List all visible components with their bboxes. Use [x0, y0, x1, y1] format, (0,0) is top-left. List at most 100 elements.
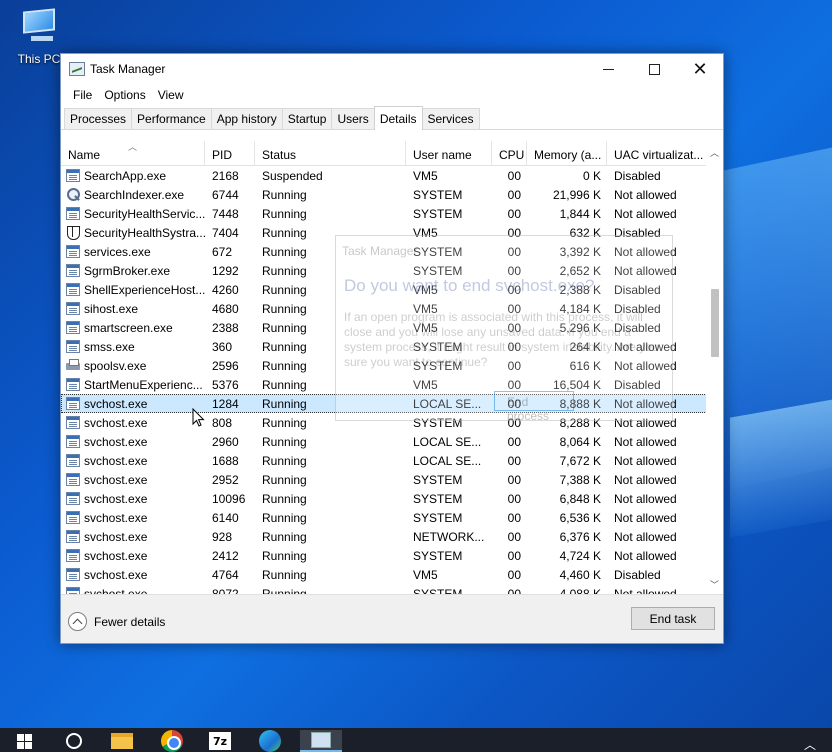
process-pid: 1688 — [212, 453, 239, 468]
column-memory[interactable]: Memory (a... — [527, 141, 607, 166]
process-name-cell: SgrmBroker.exe — [61, 264, 205, 278]
chevron-up-icon — [68, 612, 87, 631]
table-row[interactable]: svchost.exe 4764 Running VM5 00 4,460 K Disabl… — [61, 565, 723, 584]
app-icon — [66, 283, 80, 296]
scroll-up-icon[interactable]: ︿ — [706, 145, 723, 162]
process-name-cell: smartscreen.exe — [61, 321, 205, 335]
tab-startup[interactable]: Startup — [281, 108, 333, 129]
end-process-button[interactable]: End process — [494, 391, 574, 423]
task-manager-taskbar-button[interactable] — [300, 730, 342, 752]
scroll-down-icon[interactable]: ﹀ — [706, 577, 723, 594]
seven-zip-button[interactable]: 7z — [206, 730, 234, 752]
table-row[interactable]: svchost.exe 8072 Running SYSTEM 00 4,088 K Not… — [61, 584, 723, 594]
app-icon — [66, 587, 80, 594]
process-pid: 6140 — [212, 510, 239, 525]
scroll-thumb[interactable] — [711, 289, 719, 357]
app-icon — [66, 397, 80, 410]
table-row[interactable]: svchost.exe 1688 Running LOCAL SE... 00 7,672… — [61, 451, 723, 470]
table-row[interactable]: SecurityHealthServic... 7448 Running SYSTEM… — [61, 204, 723, 223]
process-name: SearchApp.exe — [84, 168, 167, 183]
process-name-cell: SecurityHealthServic... — [61, 207, 205, 221]
tab-users[interactable]: Users — [331, 108, 375, 129]
process-cpu: 00 — [507, 206, 521, 221]
process-memory: 8,064 K — [559, 434, 601, 449]
process-pid: 8072 — [212, 586, 239, 595]
process-uac: Not allowed — [614, 206, 677, 221]
title-bar[interactable]: Task Manager ✕ — [61, 54, 723, 84]
fewer-details-label: Fewer details — [94, 614, 166, 629]
tab-details[interactable]: Details — [373, 106, 423, 130]
process-status: Running — [262, 586, 307, 595]
tray-chevron-icon[interactable]: ︿ — [804, 736, 816, 752]
tab-processes[interactable]: Processes — [64, 108, 133, 129]
menu-options[interactable]: Options — [98, 88, 151, 102]
column-uac-virtualization[interactable]: UAC virtualizat... — [607, 141, 707, 166]
process-memory: 4,460 K — [559, 567, 601, 582]
dialog-body: If an open program is associated with th… — [344, 310, 659, 369]
column-status[interactable]: Status — [255, 141, 406, 166]
process-cpu: 00 — [507, 187, 521, 202]
app-icon — [66, 302, 80, 315]
process-memory: 6,536 K — [559, 510, 601, 525]
column-pid[interactable]: PID — [205, 141, 255, 166]
process-memory: 6,848 K — [559, 491, 601, 506]
app-icon — [66, 340, 80, 353]
minimize-icon — [602, 68, 614, 70]
search-icon — [66, 188, 80, 201]
process-user: VM5 — [413, 567, 438, 582]
process-user: NETWORK... — [413, 529, 485, 544]
edge-button[interactable] — [256, 730, 284, 752]
menu-file[interactable]: File — [67, 88, 98, 102]
table-row[interactable]: svchost.exe 2952 Running SYSTEM 00 7,388 K Not… — [61, 470, 723, 489]
table-row[interactable]: svchost.exe 10096 Running SYSTEM 00 6,848 K No… — [61, 489, 723, 508]
vertical-scrollbar[interactable]: ︿ ﹀ — [706, 141, 723, 594]
process-name-cell: svchost.exe — [61, 435, 205, 449]
tab-services[interactable]: Services — [421, 108, 480, 129]
table-row[interactable]: svchost.exe 6140 Running SYSTEM 00 6,536 K Not… — [61, 508, 723, 527]
desktop-icon-this-pc[interactable]: This PC — [14, 8, 64, 66]
process-memory: 7,388 K — [559, 472, 601, 487]
chrome-button[interactable] — [158, 730, 186, 752]
table-row[interactable]: svchost.exe 2412 Running SYSTEM 00 4,724 K Not… — [61, 546, 723, 565]
file-explorer-button[interactable] — [108, 730, 136, 752]
tab-app-history[interactable]: App history — [210, 108, 283, 129]
table-row[interactable]: SearchIndexer.exe 6744 Running SYSTEM 00 21,9… — [61, 185, 723, 204]
computer-icon — [19, 8, 59, 41]
process-user: SYSTEM — [413, 548, 463, 563]
process-pid: 1292 — [212, 263, 239, 278]
app-icon — [66, 492, 80, 505]
window-title: Task Manager — [90, 62, 166, 76]
table-row[interactable]: SearchApp.exe 2168 Suspended VM5 00 0 K Disabl… — [61, 166, 723, 185]
tab-performance[interactable]: Performance — [131, 108, 212, 129]
close-button[interactable]: ✕ — [677, 54, 723, 84]
table-row[interactable]: svchost.exe 2960 Running LOCAL SE... 00 8,064… — [61, 432, 723, 451]
app-icon — [66, 169, 80, 182]
process-pid: 7448 — [212, 206, 239, 221]
menu-view[interactable]: View — [152, 88, 190, 102]
process-pid: 5376 — [212, 377, 239, 392]
process-name: svchost.exe — [84, 491, 148, 506]
column-cpu[interactable]: CPU — [492, 141, 527, 166]
maximize-button[interactable] — [631, 54, 677, 84]
app-icon — [66, 207, 80, 220]
process-status: Running — [262, 510, 307, 525]
process-uac: Disabled — [614, 567, 661, 582]
process-pid: 4260 — [212, 282, 239, 297]
process-name: SecurityHealthSystra... — [84, 225, 205, 240]
fewer-details-button[interactable]: Fewer details — [68, 612, 165, 631]
process-pid: 4764 — [212, 567, 239, 582]
process-cpu: 00 — [507, 548, 521, 563]
process-cpu: 00 — [507, 529, 521, 544]
end-task-button[interactable]: End task — [631, 607, 715, 630]
edge-icon — [259, 730, 281, 752]
minimize-button[interactable] — [585, 54, 631, 84]
app-icon — [66, 568, 80, 581]
maximize-icon — [648, 63, 660, 75]
table-row[interactable]: svchost.exe 928 Running NETWORK... 00 6,376 K… — [61, 527, 723, 546]
process-name: svchost.exe — [84, 548, 148, 563]
search-button[interactable] — [60, 730, 88, 752]
dialog-title: Task Manager — [342, 244, 418, 258]
column-user-name[interactable]: User name — [406, 141, 492, 166]
start-button[interactable] — [10, 730, 38, 752]
process-pid: 2168 — [212, 168, 239, 183]
